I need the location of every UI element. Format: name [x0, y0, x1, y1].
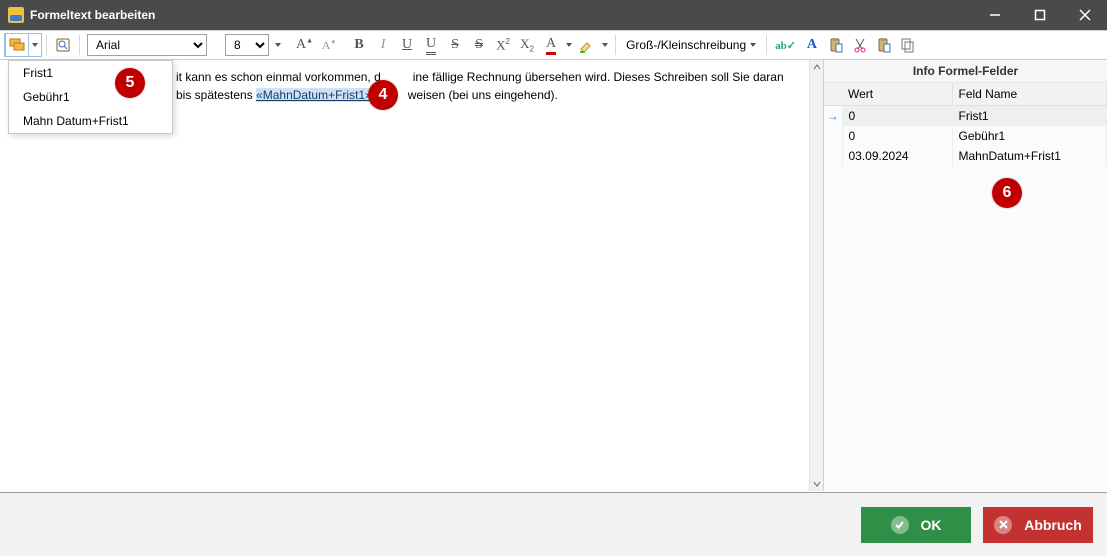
column-wert[interactable]: Wert — [842, 83, 952, 106]
cell-wert: 0 — [842, 126, 952, 146]
field-dropdown-menu: Frist1 Gebühr1 Mahn Datum+Frist1 — [8, 60, 173, 134]
cell-feld: Frist1 — [952, 106, 1107, 127]
dropdown-item[interactable]: Frist1 — [9, 61, 172, 85]
insert-field-button[interactable] — [5, 33, 29, 57]
cell-feld: MahnDatum+Frist1 — [952, 146, 1107, 166]
editor-text: weisen (bei uns eingehend). — [408, 88, 558, 102]
highlight-dropdown[interactable] — [599, 33, 611, 57]
insert-field-dropdown[interactable] — [29, 33, 41, 57]
increase-font-button[interactable]: A▲ — [292, 33, 317, 57]
font-color-dropdown[interactable] — [563, 33, 575, 57]
find-replace-button[interactable] — [51, 33, 75, 57]
editor-text: it kann es schon einmal vorkommen, d — [176, 70, 381, 84]
app-icon — [8, 7, 24, 23]
bold-button[interactable]: B — [347, 33, 371, 57]
double-underline-button[interactable]: U — [419, 33, 443, 57]
fields-table: Wert Feld Name → 0 Frist1 0 Gebühr1 03.0… — [824, 83, 1107, 166]
row-indicator-icon — [824, 146, 842, 166]
column-feld[interactable]: Feld Name — [952, 83, 1107, 106]
double-strikethrough-button[interactable]: S — [467, 33, 491, 57]
close-button[interactable] — [1062, 0, 1107, 30]
minimize-button[interactable] — [972, 0, 1017, 30]
font-color-button[interactable]: A — [539, 33, 563, 57]
font-size-dropdown[interactable] — [272, 33, 284, 57]
separator — [46, 35, 47, 55]
font-select[interactable]: Arial — [87, 34, 207, 56]
spellcheck-button[interactable]: ab✓ — [771, 33, 800, 57]
check-icon — [891, 516, 909, 534]
row-indicator-icon — [824, 126, 842, 146]
underline-button[interactable]: U — [395, 33, 419, 57]
separator — [79, 35, 80, 55]
toolbar: Arial 8 A▲ A▼ B I U U S S X2 X2 A Groß-/… — [0, 30, 1107, 60]
editor-text: ine fällige Rechnung übersehen wird. Die… — [413, 70, 784, 84]
duplicate-button[interactable] — [896, 33, 920, 57]
dropdown-item[interactable]: Mahn Datum+Frist1 — [9, 109, 172, 133]
close-icon — [994, 516, 1012, 534]
decrease-font-button[interactable]: A▼ — [317, 33, 341, 57]
scroll-down-icon[interactable] — [810, 477, 823, 491]
cancel-label: Abbruch — [1024, 517, 1082, 533]
table-row[interactable]: → 0 Frist1 — [824, 106, 1107, 127]
italic-button[interactable]: I — [371, 33, 395, 57]
row-indicator-icon: → — [824, 106, 842, 127]
change-case-button[interactable]: Groß-/Kleinschreibung — [620, 33, 762, 57]
ok-label: OK — [921, 517, 942, 533]
copy-button[interactable] — [872, 33, 896, 57]
annotation-badge-6: 6 — [992, 178, 1022, 208]
annotation-badge-5: 5 — [115, 68, 145, 98]
separator — [615, 35, 616, 55]
annotation-badge-4: 4 — [368, 80, 398, 110]
table-row[interactable]: 03.09.2024 MahnDatum+Frist1 — [824, 146, 1107, 166]
table-row[interactable]: 0 Gebühr1 — [824, 126, 1107, 146]
titlebar: Formeltext bearbeiten — [0, 0, 1107, 30]
cell-wert: 0 — [842, 106, 952, 127]
font-size-select[interactable]: 8 — [225, 34, 269, 56]
ok-button[interactable]: OK — [861, 507, 971, 543]
merge-field[interactable]: «MahnDatum+Frist1» — [256, 88, 372, 102]
separator — [766, 35, 767, 55]
maximize-button[interactable] — [1017, 0, 1062, 30]
side-panel-title: Info Formel-Felder — [824, 60, 1107, 83]
editor-text: bis spätestens — [176, 88, 256, 102]
strikethrough-button[interactable]: S — [443, 33, 467, 57]
highlight-button[interactable] — [575, 33, 599, 57]
paste-button[interactable] — [824, 33, 848, 57]
side-panel: Info Formel-Felder Wert Feld Name → 0 Fr… — [824, 60, 1107, 491]
cancel-button[interactable]: Abbruch — [983, 507, 1093, 543]
dropdown-item[interactable]: Gebühr1 — [9, 85, 172, 109]
subscript-button[interactable]: X2 — [515, 33, 539, 57]
window-title: Formeltext bearbeiten — [30, 8, 972, 22]
cut-button[interactable] — [848, 33, 872, 57]
style-a-button[interactable]: A — [800, 33, 824, 57]
superscript-button[interactable]: X2 — [491, 33, 515, 57]
footer: OK Abbruch — [0, 492, 1107, 556]
scroll-up-icon[interactable] — [810, 60, 823, 74]
cell-feld: Gebühr1 — [952, 126, 1107, 146]
scrollbar[interactable] — [809, 60, 823, 491]
cell-wert: 03.09.2024 — [842, 146, 952, 166]
